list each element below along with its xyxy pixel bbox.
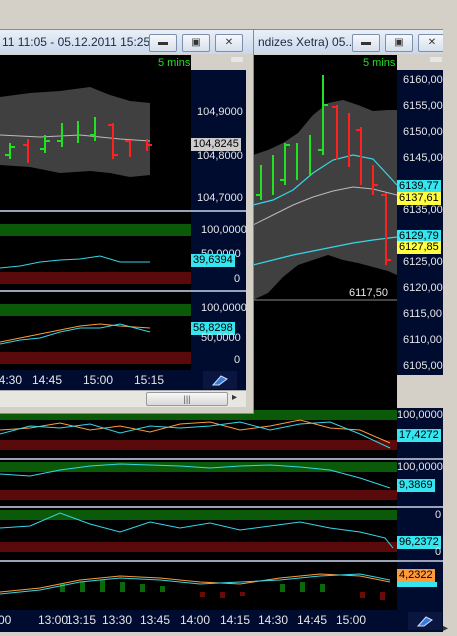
minimize-icon[interactable]: ▬: [352, 34, 380, 52]
left-indicator-panel-2[interactable]: [0, 292, 191, 370]
scrollbar-thumb[interactable]: |||: [146, 392, 228, 406]
indicator-min: 0: [234, 273, 241, 285]
time-tick: 15:15: [134, 373, 165, 387]
scroll-right-icon[interactable]: ▸: [443, 623, 457, 636]
right-window-titlebar[interactable]: ndizes Xetra) 05... ▬ ▣ ✕: [244, 30, 457, 54]
minimize-icon[interactable]: ▬: [149, 34, 177, 52]
time-tick: 14:30: [258, 613, 289, 627]
time-tick: 13:15: [66, 613, 97, 627]
left-indicator-axis-2[interactable]: 100,0000 58,8298 50,0000 0: [191, 292, 247, 370]
left-panel-collapse-icon[interactable]: [231, 57, 243, 62]
indicator-4-value-tag: 4,2322: [397, 569, 435, 582]
time-tick: 14:45: [32, 373, 63, 387]
left-price-chart[interactable]: 5 mins: [0, 55, 191, 210]
close-icon[interactable]: ✕: [215, 34, 243, 52]
left-price-axis[interactable]: 104,9000 104,8245 104,8000 104,7000: [191, 70, 246, 210]
indicator-2-max: 100,0000: [397, 461, 443, 473]
indicator-max: 100,0000: [201, 302, 247, 314]
indicator-3-bottom: 0: [435, 546, 442, 558]
time-tick: 15:00: [83, 373, 114, 387]
chart-tool-icon[interactable]: [408, 612, 442, 630]
indicator-panel-1[interactable]: [0, 408, 397, 458]
left-indicator-1-value-tag: 39,6394: [191, 254, 235, 267]
price-tick: 6115,00: [403, 308, 442, 320]
indicator-2-value-tag: 9,3869: [397, 479, 435, 492]
price-tick: 6135,00: [403, 204, 443, 216]
price-tick: 6125,00: [403, 256, 443, 268]
close-icon[interactable]: ✕: [418, 34, 446, 52]
right-window-title: ndizes Xetra) 05...: [258, 35, 356, 49]
price-tick: 104,8000: [197, 150, 243, 162]
indicator-max: 100,0000: [201, 224, 247, 236]
price-tick: 6160,00: [403, 74, 443, 86]
left-window-title: 11 11:05 - 05.12.2011 15:25: [2, 35, 151, 49]
price-tick: 104,9000: [197, 106, 243, 118]
indicator-1-max: 100,0000: [397, 409, 443, 421]
indicator-3-top: 0: [435, 509, 442, 521]
time-tick: 13:00: [38, 613, 69, 627]
low-price-marker: 6117,50: [349, 287, 388, 299]
indicator-axis-3[interactable]: 0 96,2372 0: [397, 508, 443, 560]
indicator-axis-1[interactable]: 100,0000 17,4272: [397, 408, 443, 458]
indicator-mid: 50,0000: [201, 332, 241, 344]
lower-band-tag: 6127,85: [397, 241, 441, 254]
time-tick: 13:45: [140, 613, 171, 627]
indicator-1-value-tag: 17,4272: [397, 429, 441, 442]
price-tick: 6155,00: [403, 100, 443, 112]
indicator-panel-4[interactable]: [0, 562, 397, 610]
chart-tool-icon[interactable]: [203, 371, 237, 389]
maximize-icon[interactable]: ▣: [182, 34, 210, 52]
time-tick: 14:30: [0, 373, 23, 387]
left-indicator-axis-1[interactable]: 100,0000 50,0000 39,6394 0: [191, 212, 247, 290]
indicator-min: 0: [234, 354, 241, 366]
main-time-axis[interactable]: 00 13:00 13:15 13:30 13:45 14:00 14:15 1…: [0, 610, 443, 632]
maximize-icon[interactable]: ▣: [385, 34, 413, 52]
right-price-chart[interactable]: 5 mins 6117,50: [253, 55, 397, 410]
price-tick: 6150,00: [403, 126, 443, 138]
close-price-tag: 6137,61: [397, 192, 441, 205]
right-price-chart-svg: [253, 75, 397, 301]
indicator-panel-3[interactable]: [0, 508, 397, 560]
indicator-axis-2[interactable]: 100,0000 9,3869: [397, 460, 443, 506]
left-indicator-panel-1[interactable]: [0, 212, 191, 290]
left-time-axis[interactable]: 14:30 14:45 15:00 15:15: [0, 370, 246, 390]
right-price-axis[interactable]: 6160,00 6155,00 6150,00 6145,00 6135,00 …: [397, 70, 443, 375]
time-tick: 14:15: [220, 613, 251, 627]
left-period-label: 5 mins: [158, 57, 191, 69]
time-tick: 14:45: [297, 613, 328, 627]
right-period-label: 5 mins: [363, 57, 396, 69]
time-tick: 13:30: [102, 613, 133, 627]
price-tick: 104,7000: [197, 192, 243, 204]
window-right-edge: [443, 29, 457, 636]
price-tick: 6105,00: [403, 360, 443, 372]
time-tick: 14:00: [180, 613, 211, 627]
price-tick: 6110,00: [403, 334, 442, 346]
left-window-titlebar[interactable]: 11 11:05 - 05.12.2011 15:25 ▬ ▣ ✕: [0, 30, 253, 54]
left-horizontal-scrollbar[interactable]: ||| ▸: [0, 390, 246, 407]
indicator-panel-2[interactable]: [0, 460, 397, 506]
right-panel-collapse-icon[interactable]: [430, 57, 442, 62]
scroll-right-icon[interactable]: ▸: [232, 392, 237, 403]
indicator-axis-4[interactable]: 4,2322: [397, 562, 443, 610]
price-tick: 6120,00: [403, 282, 443, 294]
time-tick: 00: [0, 613, 12, 627]
time-tick: 15:00: [336, 613, 367, 627]
price-tick: 6145,00: [403, 152, 443, 164]
